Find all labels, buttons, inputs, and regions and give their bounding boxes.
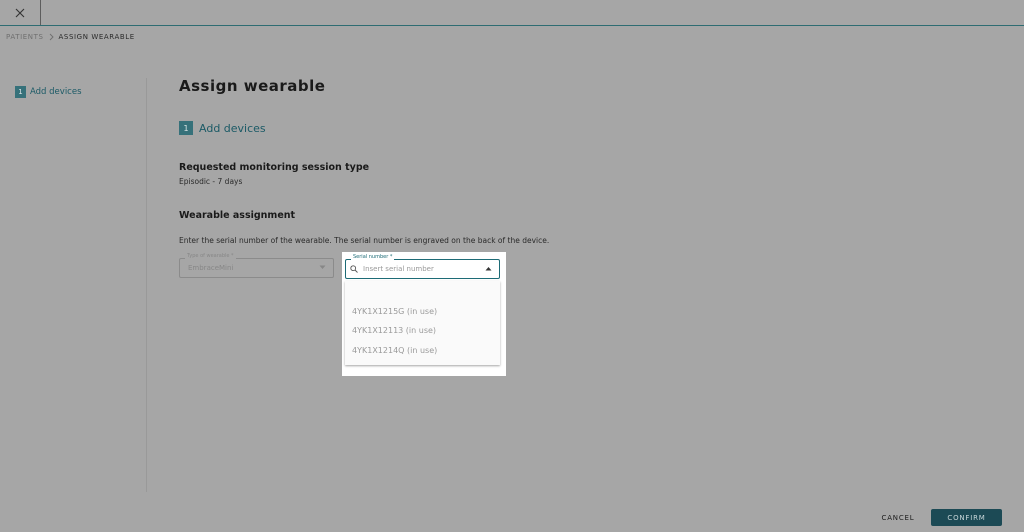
serial-number-input[interactable]: [363, 263, 483, 275]
top-bar: [0, 0, 1024, 26]
session-type-heading: Requested monitoring session type: [179, 162, 370, 173]
caret-up-icon[interactable]: [485, 266, 492, 271]
serial-number-field[interactable]: Serial number *: [345, 254, 500, 279]
breadcrumb-current: ASSIGN WEARABLE: [58, 33, 135, 41]
chevron-right-icon: [49, 33, 54, 41]
sidebar-step-add-devices[interactable]: 1 Add devices: [15, 86, 82, 98]
close-button[interactable]: [0, 0, 41, 25]
serial-number-options: 4YK1X1215G (in use) 4YK1X12113 (in use) …: [345, 281, 500, 365]
step-number-badge: 1: [179, 121, 193, 135]
sidebar-divider: [146, 78, 147, 492]
confirm-button[interactable]: CONFIRM: [931, 509, 1002, 526]
wearable-assignment-heading: Wearable assignment: [179, 210, 296, 221]
search-icon: [350, 265, 358, 273]
serial-option[interactable]: 4YK1X12113 (in use): [352, 326, 436, 335]
step-title: Add devices: [199, 121, 266, 135]
wearable-type-label: Type of wearable *: [185, 253, 236, 259]
breadcrumb-patients-link[interactable]: PATIENTS: [6, 33, 44, 41]
serial-number-popup: Serial number * 4YK1X1215G (in use) 4YK1…: [342, 252, 506, 376]
serial-option[interactable]: 4YK1X1214Q (in use): [352, 346, 437, 355]
cancel-button[interactable]: CANCEL: [872, 511, 924, 525]
wearable-type-select[interactable]: Type of wearable * EmbraceMini: [179, 253, 334, 278]
session-type-value: Episodic - 7 days: [179, 177, 243, 186]
serial-option[interactable]: 4YK1X1215G (in use): [352, 307, 437, 316]
page-title: Assign wearable: [179, 77, 326, 95]
serial-helper-text: Enter the serial number of the wearable.…: [179, 236, 550, 245]
step-header: 1 Add devices: [179, 121, 266, 135]
wearable-type-value: EmbraceMini: [188, 264, 234, 272]
breadcrumb: PATIENTS ASSIGN WEARABLE: [6, 33, 135, 41]
step-number-badge: 1: [15, 86, 26, 98]
serial-number-label: Serial number *: [351, 254, 395, 260]
caret-down-icon: [319, 265, 326, 269]
close-icon: [15, 8, 25, 17]
sidebar-step-label: Add devices: [30, 87, 82, 97]
